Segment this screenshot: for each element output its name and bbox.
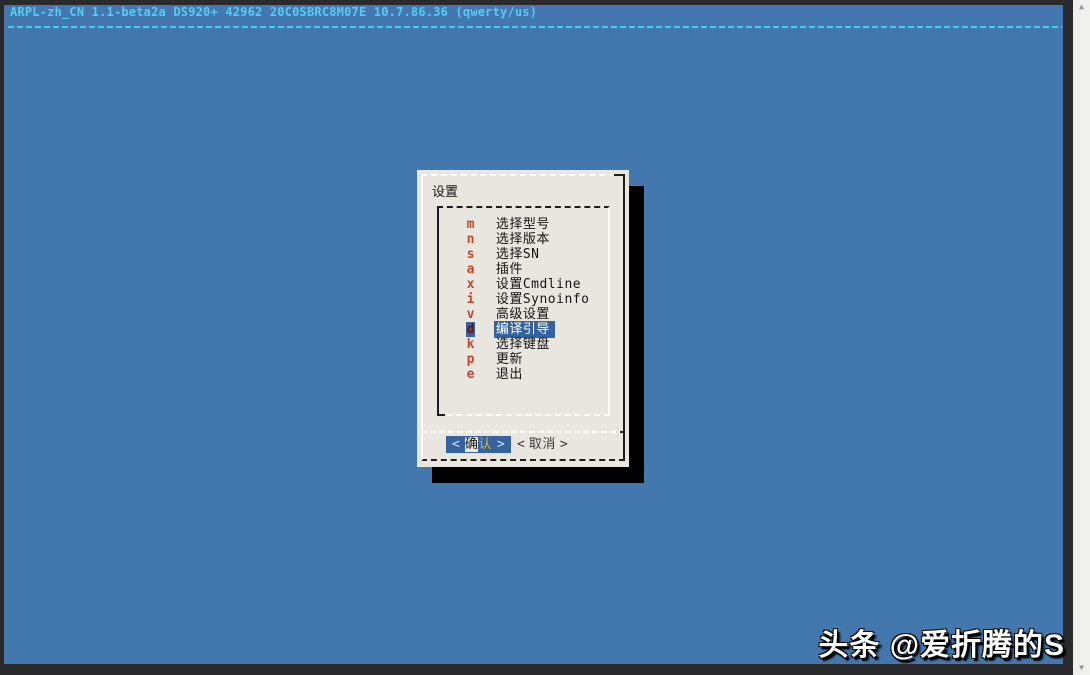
menu-item-key: x: [466, 277, 475, 292]
buttons-separator: [421, 431, 625, 433]
menu-item-label: 选择型号: [496, 217, 550, 232]
ok-button[interactable]: <确认>: [446, 436, 511, 453]
menu-item-key: m: [466, 217, 475, 232]
menu-item-label: 插件: [496, 262, 523, 277]
ok-bracket-left: <: [447, 437, 465, 452]
menu-item-label: 高级设置: [496, 307, 550, 322]
cancel-bracket-left: <: [513, 437, 529, 452]
menu-item-label: 设置Synoinfo: [496, 292, 590, 307]
menu-item-key: p: [466, 352, 475, 367]
terminal-screen: ARPL-zh_CN 1.1-beta2a DS920+ 42962 20C0S…: [0, 0, 1090, 675]
menu-item-label: 设置Cmdline: [496, 277, 581, 292]
menu-item[interactable]: v 高级设置: [439, 307, 608, 322]
ok-bracket-right: >: [492, 437, 510, 452]
menu-item[interactable]: m 选择型号: [439, 217, 608, 232]
window-frame-right: [1063, 0, 1073, 675]
window-frame-left: [0, 0, 4, 675]
window-frame-top: [0, 0, 1090, 5]
menu-item-key: s: [466, 247, 475, 262]
scrollbar[interactable]: ▲ ▼: [1073, 0, 1090, 675]
menu-item-label: 编译引导: [494, 321, 555, 338]
menu-item-key: i: [466, 292, 475, 307]
menu-item[interactable]: k 选择键盘: [439, 337, 608, 352]
scrollbar-down-icon[interactable]: ▼: [1073, 663, 1090, 673]
menu-item[interactable]: d 编译引导: [439, 322, 608, 337]
backtitle-divider: [8, 26, 1062, 28]
menu-item[interactable]: e 退出: [439, 367, 608, 382]
ok-label-hotkey-char: 认: [478, 437, 492, 452]
cancel-label: 取消: [529, 437, 556, 452]
menu-list: m 选择型号 n 选择版本 s 选择SN a 插件 x 设置Cmdline i …: [437, 206, 610, 416]
menu-item-label: 选择键盘: [496, 337, 550, 352]
menu-item-key: k: [466, 337, 475, 352]
menu-item-label: 选择SN: [496, 247, 540, 262]
toutiao-watermark: 头条 @爱折腾的S: [818, 620, 1065, 664]
ok-label-cursor-char: 确: [465, 437, 479, 452]
menu-item-label: 选择版本: [496, 232, 550, 247]
menu-item-key: v: [466, 307, 475, 322]
menu-item[interactable]: s 选择SN: [439, 247, 608, 262]
backtitle: ARPL-zh_CN 1.1-beta2a DS920+ 42962 20C0S…: [10, 5, 537, 19]
settings-dialog: 设置 m 选择型号 n 选择版本 s 选择SN a 插件 x 设置Cmdline…: [417, 170, 629, 467]
menu-item[interactable]: a 插件: [439, 262, 608, 277]
menu-item[interactable]: x 设置Cmdline: [439, 277, 608, 292]
menu-item-label: 更新: [496, 352, 523, 367]
cancel-bracket-right: >: [556, 437, 572, 452]
menu-item-key: d: [466, 322, 475, 337]
menu-item[interactable]: p 更新: [439, 352, 608, 367]
menu-item-label: 退出: [496, 367, 523, 382]
menu-item[interactable]: i 设置Synoinfo: [439, 292, 608, 307]
menu-item-key: e: [466, 367, 475, 382]
menu-item[interactable]: n 选择版本: [439, 232, 608, 247]
scrollbar-up-icon[interactable]: ▲: [1073, 2, 1090, 12]
dialog-title: 设置: [432, 181, 458, 200]
cancel-button[interactable]: <取消>: [513, 436, 572, 453]
menu-item-key: n: [466, 232, 475, 247]
menu-item-key: a: [466, 262, 475, 277]
window-frame-bottom: [0, 664, 1090, 675]
